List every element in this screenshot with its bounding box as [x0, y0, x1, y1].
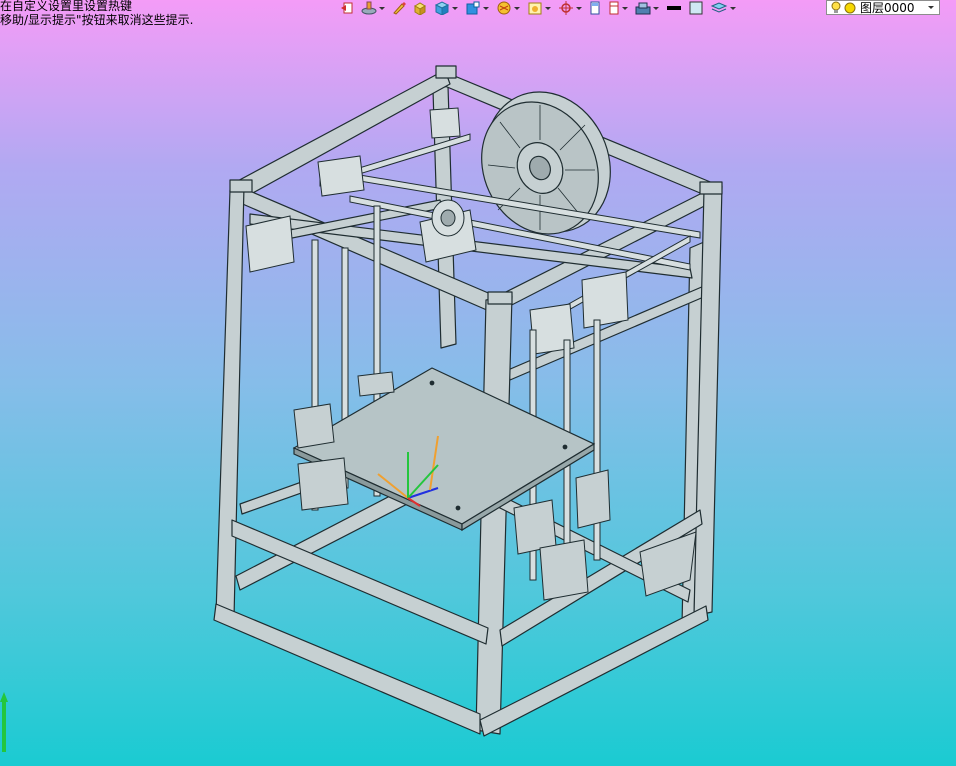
corner-top-back: [435, 65, 457, 79]
undo-icon[interactable]: [340, 1, 354, 15]
corner-top-front: [487, 291, 513, 305]
view-cube-icon[interactable]: [465, 1, 489, 15]
stack-icon[interactable]: [361, 1, 385, 15]
corner-top-right: [699, 181, 723, 195]
layer-name: 图层0000: [860, 1, 915, 15]
frame-icon[interactable]: [608, 1, 628, 15]
motor-bottom-right: [539, 539, 589, 601]
render-icon[interactable]: [496, 1, 520, 15]
pencil-icon[interactable]: [392, 1, 406, 15]
hotkey-hint: 在自定义设置里设置热键: [0, 0, 133, 13]
box-icon[interactable]: [413, 1, 427, 15]
color-black-icon[interactable]: [666, 1, 682, 15]
gantry-block-back: [429, 107, 461, 139]
document-icon[interactable]: [589, 1, 601, 15]
color-lightblue-icon[interactable]: [689, 1, 703, 15]
layers-icon[interactable]: [710, 1, 736, 15]
layer-dropdown[interactable]: 图层0000: [826, 0, 940, 15]
top-toolbar: [340, 0, 743, 16]
ucs-corner-icon: [0, 692, 8, 752]
snap-icon[interactable]: [558, 1, 582, 15]
lightbulb-icon[interactable]: [831, 1, 841, 14]
gantry-block-left: [317, 155, 365, 197]
motor-bottom-left: [297, 457, 349, 511]
gantry-block-right: [581, 271, 629, 329]
corner-top-left: [229, 179, 253, 193]
motor-left: [245, 215, 295, 273]
image-icon[interactable]: [527, 1, 551, 15]
post-front-left: [215, 185, 245, 619]
tooltip-hint: 移助/显示提示"按钮来取消这些提示.: [0, 13, 194, 27]
model-viewport[interactable]: [0, 0, 956, 766]
layer-state-icon[interactable]: [844, 2, 856, 14]
chevron-down-icon[interactable]: [928, 6, 934, 9]
cube-icon[interactable]: [434, 1, 458, 15]
stamp-icon[interactable]: [635, 1, 659, 15]
rail-mid-left: [231, 519, 489, 645]
